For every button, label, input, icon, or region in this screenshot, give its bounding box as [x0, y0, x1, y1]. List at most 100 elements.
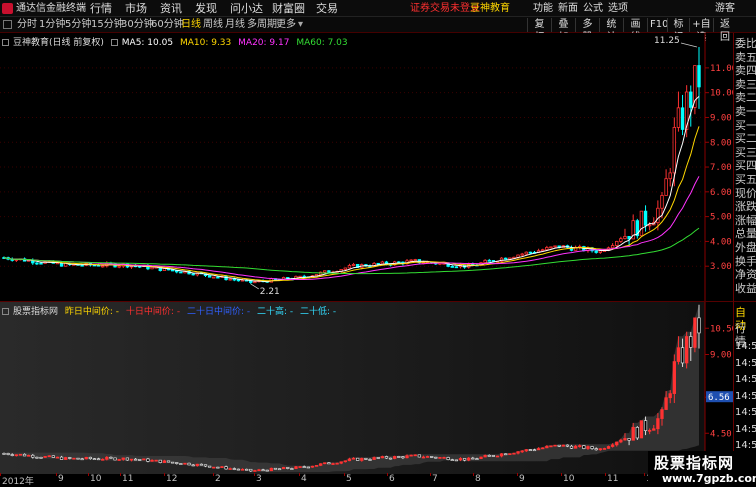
quote-field-label: 净资: [735, 268, 756, 282]
candlestick-chart[interactable]: 11.00 10.00 9.00 8.00 7.00 6.00 5.00 4.00 3.00 11…: [0, 33, 733, 301]
candle-body: [170, 269, 175, 272]
tab-1min[interactable]: 1分钟: [39, 18, 65, 32]
indicator-toggle-icon[interactable]: [2, 308, 9, 315]
ind-candle-body: [154, 459, 158, 462]
add-favorite-button[interactable]: +自选: [689, 18, 713, 43]
candle-body: [619, 238, 623, 242]
ind-candle-body: [360, 458, 364, 461]
ind-candle-body: [648, 429, 652, 432]
ind-candle-body: [504, 453, 508, 456]
ind-candle-body: [18, 453, 23, 456]
panel-toggle-icon[interactable]: [3, 20, 12, 29]
ind-candle-body: [598, 448, 602, 451]
ind-candle-body: [471, 457, 475, 460]
overlay-button[interactable]: 叠加: [551, 18, 575, 43]
back-button[interactable]: 返回: [713, 18, 736, 43]
ind-candle-body: [499, 453, 504, 457]
date-axis-label: 2012年: [2, 477, 34, 487]
mark-button[interactable]: 标记: [667, 18, 689, 43]
ind-candle-body: [183, 462, 187, 465]
tab-weekly[interactable]: 周线: [203, 18, 223, 32]
quote-field-label: 买一: [735, 118, 756, 132]
adjust-button[interactable]: 复权: [527, 18, 551, 43]
candle-body: [380, 261, 385, 265]
ind-candle-body: [660, 409, 664, 419]
ind-candle-body: [6, 453, 10, 455]
ind-candle-body: [417, 454, 422, 458]
tab-multi-period[interactable]: 多周期: [247, 18, 277, 32]
ind-candle-body: [195, 463, 199, 466]
ind-candle-body: [150, 459, 154, 462]
date-axis-tick: [213, 473, 214, 476]
candle-body: [179, 271, 183, 274]
date-axis-label: 10: [90, 474, 102, 484]
watermark-url: www.7gpzb.com: [662, 472, 756, 485]
date-axis-label: 4: [301, 474, 307, 484]
ind-candle-body: [335, 462, 339, 465]
ind-candle-body: [685, 336, 689, 364]
menu-functions[interactable]: 功能: [533, 1, 553, 16]
menu-new-page[interactable]: 新面: [558, 1, 578, 16]
ind-y-tick-label: 9.00: [710, 351, 732, 361]
more-dropdown-icon[interactable]: ▾: [298, 18, 303, 32]
ind-candle-body: [610, 444, 615, 447]
multi-stock-button[interactable]: 多股: [575, 18, 599, 43]
ma-toggle-icon[interactable]: [110, 39, 118, 46]
ind-candle-body: [351, 457, 356, 460]
ind-candle-body: [483, 454, 487, 458]
candle-body: [639, 210, 644, 237]
ind-candle-body: [631, 427, 635, 441]
menu-trade[interactable]: 交易: [316, 1, 338, 16]
ind-candle-body: [573, 445, 578, 449]
guest-user[interactable]: 游客: [715, 1, 735, 16]
date-axis-label: 3: [256, 474, 262, 484]
f10-button[interactable]: F10: [647, 18, 668, 32]
ind-candle-body: [199, 463, 204, 466]
ind-candle-body: [606, 446, 611, 449]
date-axis-label: 10: [563, 474, 575, 484]
ind-20-high: 二十高: -: [256, 307, 294, 317]
tab-15min[interactable]: 15分钟: [91, 18, 124, 32]
ma60-label: MA60: 7.03: [296, 38, 348, 48]
menu-market[interactable]: 市场: [125, 1, 147, 16]
legend-toggle-icon[interactable]: [2, 39, 9, 46]
indicator-chart[interactable]: 10.50 9.00 6.56 4.50: [0, 302, 733, 474]
main-chart-pane[interactable]: 11.00 10.00 9.00 8.00 7.00 6.00 5.00 4.00 3.00 11…: [0, 33, 733, 301]
menu-news[interactable]: 资讯: [160, 1, 182, 16]
tab-daily[interactable]: 日线: [181, 18, 201, 32]
tab-intraday[interactable]: 分时: [17, 18, 37, 32]
menu-options[interactable]: 选项: [608, 1, 628, 16]
menu-quotes[interactable]: 行情: [90, 1, 112, 16]
ind-candle-body: [314, 465, 319, 467]
ind-candle-body: [142, 458, 146, 461]
ind-20day-mid: 二十日中间价: -: [186, 307, 251, 317]
tab-30min[interactable]: 30分钟: [121, 18, 154, 32]
tab-60min[interactable]: 60分钟: [151, 18, 184, 32]
tab-monthly[interactable]: 月线: [225, 18, 245, 32]
candle-body: [672, 127, 677, 174]
candle-body: [413, 259, 417, 261]
ind-candle-body: [249, 468, 253, 472]
ind-candle-body: [35, 456, 39, 459]
ind-candle-body: [286, 467, 290, 469]
indicator-pane[interactable]: 10.50 9.00 6.56 4.50 股票指标网 昨日中间价: - 十日中间价: …: [0, 301, 733, 474]
menu-formula[interactable]: 公式: [583, 1, 603, 16]
tab-5min[interactable]: 5分钟: [65, 18, 91, 32]
tab-more[interactable]: 更多: [276, 18, 296, 32]
tick-time: 14:56: [735, 341, 756, 352]
ind-candle-body: [462, 458, 467, 461]
menu-ask[interactable]: 问小达: [230, 1, 263, 16]
menu-discover[interactable]: 发现: [195, 1, 217, 16]
draw-line-button[interactable]: 画线: [623, 18, 647, 43]
indicator-name[interactable]: 股票指标网: [13, 307, 58, 317]
candle-body: [545, 247, 549, 251]
ind-candle-body: [162, 460, 167, 463]
menu-wealth-circle[interactable]: 财富圈: [272, 1, 305, 16]
candle-body: [323, 270, 327, 273]
ind-candle-body: [442, 457, 446, 459]
ind-candle-body: [2, 453, 6, 455]
y-tick-label: 5.00: [710, 213, 732, 223]
ind-candle-body: [532, 449, 537, 452]
ind-candle-body: [121, 457, 125, 460]
statistics-button[interactable]: 统计: [599, 18, 623, 43]
